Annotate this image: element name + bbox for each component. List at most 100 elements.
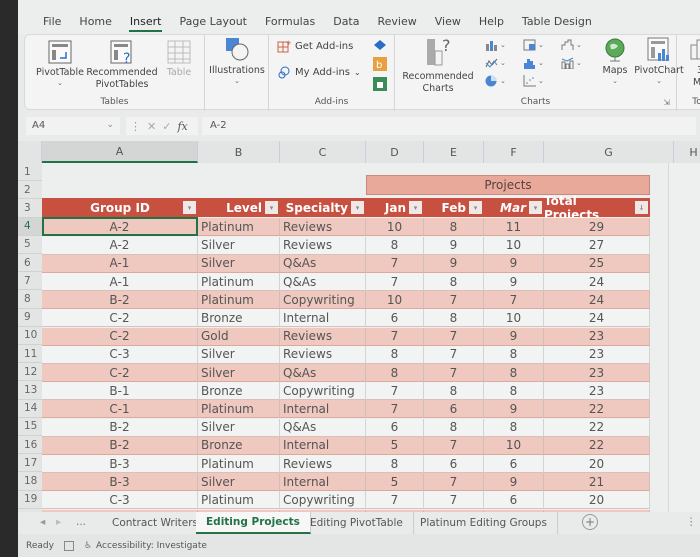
row-header[interactable]: 18 [18,472,42,491]
cell-specialty[interactable]: Copywriting [280,382,366,401]
filter-dropdown-icon[interactable]: ▾ [351,201,364,214]
cell-feb[interactable]: 9 [424,254,484,273]
cell-feb[interactable]: 7 [424,327,484,346]
hierarchy-chart-button[interactable]: ⌄ [523,39,544,51]
cell-feb[interactable]: 8 [424,382,484,401]
cell-feb[interactable]: 8 [424,309,484,328]
cell-jan[interactable]: 5 [366,473,424,492]
tab-review[interactable]: Review [368,15,425,34]
cell-level[interactable]: Platinum [198,273,280,291]
cell-group-id[interactable]: C-2 [42,327,198,346]
get-addins-button[interactable]: + Get Add-ins [277,39,353,53]
cell-specialty[interactable]: Q&As [280,273,366,291]
waterfall-chart-button[interactable]: ⌄ [561,39,582,51]
cell-feb[interactable]: 7 [424,291,484,310]
row-header[interactable]: 1 [18,163,42,182]
cell-level[interactable]: Bronze [198,436,280,455]
accessibility-status[interactable]: Accessibility: Investigate [96,541,207,551]
cell-specialty[interactable]: Reviews [280,218,366,237]
cell-group-id[interactable]: B-3 [42,455,198,473]
column-header-b[interactable]: B [198,141,280,163]
cell-group-id[interactable]: B-2 [42,418,198,437]
cell-specialty[interactable]: Internal [280,436,366,455]
line-chart-button[interactable]: ⌄ [485,57,506,69]
cell-jan[interactable]: 7 [366,382,424,401]
cell-total-projects[interactable]: 22 [544,400,650,419]
cell-jan[interactable]: 6 [366,418,424,437]
cell-mar[interactable]: 8 [484,418,544,437]
tab-help[interactable]: Help [470,15,513,34]
cell-feb[interactable]: 6 [424,455,484,473]
pie-chart-button[interactable]: ⌄ [485,75,506,87]
cell-specialty[interactable]: Copywriting [280,291,366,310]
cell-jan[interactable]: 7 [366,327,424,346]
row-header[interactable]: 4 [18,217,42,236]
filter-dropdown-icon[interactable]: ▾ [409,201,422,214]
column-header-e[interactable]: E [424,141,484,163]
row-header[interactable]: 13 [18,381,42,400]
cell-group-id[interactable]: C-3 [42,345,198,364]
sheet-tab-editing-pivottable[interactable]: Editing PivotTable [300,512,414,534]
more-sheets-button[interactable]: ... [76,516,86,528]
cell-specialty[interactable]: Internal [280,400,366,419]
column-header-g[interactable]: G [544,141,674,163]
cell-mar[interactable]: 10 [484,309,544,328]
filter-dropdown-icon[interactable]: ▾ [265,201,278,214]
row-header[interactable]: 14 [18,399,42,418]
maps-button[interactable]: Maps ⌄ [599,37,631,85]
cell-mar[interactable]: 9 [484,273,544,291]
cell-group-id[interactable]: A-2 [42,218,198,237]
cell-specialty[interactable]: Q&As [280,254,366,273]
cell-jan[interactable]: 5 [366,436,424,455]
cell-specialty[interactable]: Reviews [280,327,366,346]
sheet-tab-contract-writers[interactable]: Contract Writers [102,512,210,534]
tab-view[interactable]: View [426,15,470,34]
recommended-charts-button[interactable]: ? Recommended Charts [402,35,473,95]
cell-group-id[interactable]: C-1 [42,400,198,419]
cell-level[interactable]: Bronze [198,309,280,328]
cell-feb[interactable]: 6 [424,400,484,419]
cell-level[interactable]: Silver [198,236,280,255]
cell-feb[interactable]: 7 [424,436,484,455]
row-header[interactable]: 6 [18,254,42,273]
sort-descending-icon[interactable]: ↓ [635,201,648,214]
add-sheet-button[interactable]: + [582,514,598,530]
tab-page-layout[interactable]: Page Layout [170,15,256,34]
my-addins-button[interactable]: My Add-ins ⌄ [277,65,361,79]
3d-map-button[interactable]: 3 Ma [683,37,700,89]
cell-mar[interactable]: 8 [484,364,544,382]
cell-feb[interactable]: 9 [424,236,484,255]
scroll-right-icon[interactable]: ▸ [56,516,61,528]
cell-level[interactable]: Platinum [198,400,280,419]
pivottable-button[interactable]: PivotTable ⌄ [35,39,85,87]
cell-specialty[interactable]: Reviews [280,345,366,364]
cell-mar[interactable]: 9 [484,327,544,346]
row-header[interactable]: 3 [18,199,42,218]
row-header[interactable]: 19 [18,490,42,509]
cell-group-id[interactable]: C-2 [42,309,198,328]
cell-mar[interactable]: 10 [484,236,544,255]
cell-jan[interactable]: 7 [366,273,424,291]
cell-total-projects[interactable]: 29 [544,218,650,237]
cell-jan[interactable]: 7 [366,491,424,510]
cell-specialty[interactable]: Internal [280,473,366,492]
cell-total-projects[interactable]: 23 [544,327,650,346]
more-options-icon[interactable]: ⋮ [686,516,697,528]
column-chart-button[interactable]: ⌄ [485,39,506,51]
row-header[interactable]: 12 [18,363,42,382]
cell-mar[interactable]: 9 [484,473,544,492]
row-header[interactable]: 5 [18,235,42,254]
formula-input[interactable]: A-2 [202,117,696,135]
column-header-c[interactable]: C [280,141,366,163]
column-header-d[interactable]: D [366,141,424,163]
cell-total-projects[interactable]: 20 [544,491,650,510]
cell-feb[interactable]: 7 [424,345,484,364]
filter-dropdown-icon[interactable]: ▾ [183,201,196,214]
cell-level[interactable]: Platinum [198,291,280,310]
column-header-h[interactable]: H [674,141,700,163]
worksheet-grid[interactable]: A B C D E F G H 1 2 3 4 5 6 7 8 9 10 11 12 13 14 15 16 1… [18,141,700,512]
cell-specialty[interactable]: Reviews [280,455,366,473]
filter-dropdown-icon[interactable]: ▾ [529,201,542,214]
cancel-icon[interactable]: ✕ [147,120,156,133]
row-header[interactable]: 17 [18,454,42,473]
